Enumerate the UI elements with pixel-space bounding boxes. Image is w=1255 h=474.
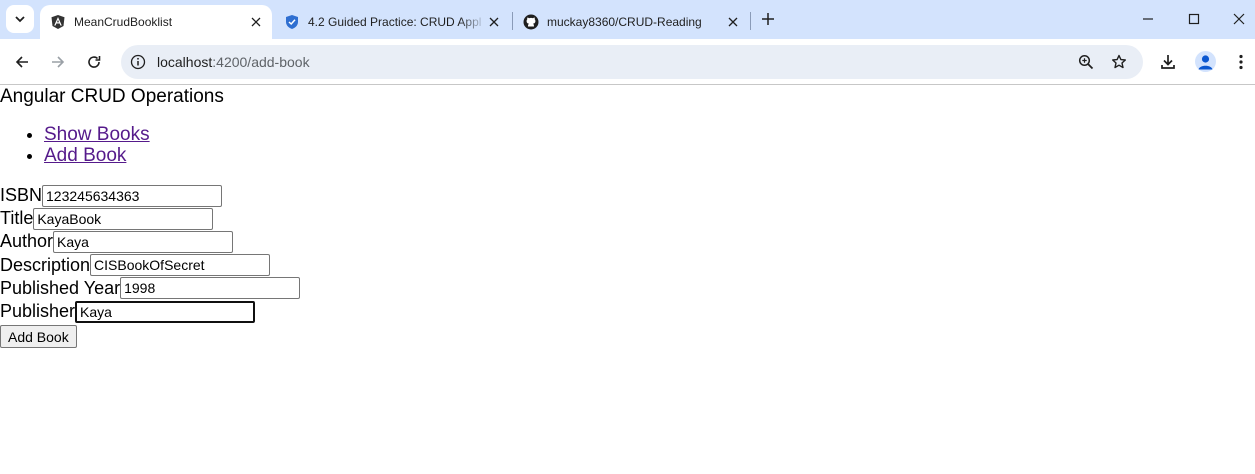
url-host: localhost — [157, 54, 213, 70]
chevron-down-icon — [15, 16, 25, 23]
star-icon — [1112, 54, 1126, 69]
isbn-field[interactable] — [42, 184, 223, 207]
published-year-field[interactable] — [120, 277, 301, 300]
tab-title: muckay8360/CRUD-Reading — [547, 15, 702, 29]
minimize-icon — [1143, 18, 1153, 20]
close-window-button[interactable] — [1230, 10, 1248, 28]
minimize-button[interactable] — [1139, 10, 1157, 28]
add-book-link[interactable]: Add Book — [44, 145, 126, 166]
publisher-field[interactable] — [75, 300, 256, 323]
maximize-button[interactable] — [1185, 10, 1203, 28]
angular-icon — [50, 14, 66, 30]
tab-github-crud-reading[interactable]: muckay8360/CRUD-Reading — [513, 5, 749, 39]
nav-list: Show Books Add Book — [0, 124, 150, 166]
nav-item-add-book: Add Book — [44, 145, 150, 166]
new-tab-button[interactable] — [758, 9, 778, 29]
page-title: Angular CRUD Operations — [0, 86, 224, 107]
downloads-button[interactable] — [1158, 52, 1178, 72]
maximize-icon — [1188, 13, 1200, 25]
title-label: Title — [0, 208, 34, 229]
isbn-row: ISBN — [0, 184, 300, 207]
tab-search-button[interactable] — [6, 5, 34, 33]
github-icon — [523, 14, 539, 30]
show-books-link[interactable]: Show Books — [44, 124, 150, 145]
tab-title: MeanCrudBooklist — [74, 15, 173, 29]
author-label: Author — [0, 231, 54, 252]
reload-button[interactable] — [84, 52, 104, 72]
reload-icon — [88, 56, 101, 68]
close-tab-icon[interactable] — [725, 14, 741, 30]
zoom-button[interactable] — [1077, 53, 1095, 71]
tab-meancrudbooklist[interactable]: MeanCrudBooklist — [40, 5, 272, 39]
close-tab-icon[interactable] — [248, 14, 264, 30]
plus-icon — [762, 13, 774, 25]
site-info-icon[interactable] — [130, 54, 146, 70]
tab-title: 4.2 Guided Practice: CRUD Appl — [308, 15, 482, 29]
description-field[interactable] — [90, 254, 271, 277]
shield-icon — [284, 14, 300, 30]
author-field[interactable] — [53, 230, 234, 253]
tab-separator — [750, 12, 751, 30]
download-icon — [1161, 55, 1175, 69]
author-row: Author — [0, 230, 300, 253]
tab-guided-practice[interactable]: 4.2 Guided Practice: CRUD Appl — [274, 5, 510, 39]
publisher-row: Publisher — [0, 300, 300, 323]
published-year-row: Published Year — [0, 277, 301, 300]
profile-avatar[interactable] — [1195, 51, 1216, 72]
bookmark-button[interactable] — [1110, 53, 1128, 71]
title-row: Title — [0, 207, 300, 230]
add-book-button[interactable]: Add Book — [0, 325, 77, 349]
browser-toolbar: localhost:4200/add-book — [0, 39, 1255, 85]
description-label: Description — [0, 254, 91, 275]
close-tab-icon[interactable] — [486, 14, 502, 30]
person-icon — [1198, 55, 1213, 70]
nav-item-show-books: Show Books — [44, 124, 150, 145]
publisher-label: Publisher — [0, 301, 76, 322]
url-path: :4200/add-book — [212, 54, 310, 70]
isbn-label: ISBN — [0, 185, 43, 206]
arrow-right-icon — [52, 56, 65, 68]
browser-tab-strip: MeanCrudBooklist 4.2 Guided Practice: CR… — [0, 0, 1255, 39]
forward-button[interactable] — [48, 52, 68, 72]
close-icon — [1233, 13, 1245, 25]
url-text: localhost:4200/add-book — [157, 54, 310, 70]
address-bar[interactable]: localhost:4200/add-book — [121, 45, 1143, 79]
arrow-left-icon — [15, 56, 28, 68]
zoom-icon — [1078, 54, 1094, 70]
add-book-form: ISBN Title Author Description Published … — [0, 184, 301, 349]
more-vert-icon — [1239, 54, 1243, 70]
menu-button[interactable] — [1231, 52, 1251, 72]
title-field[interactable] — [33, 207, 214, 230]
description-row: Description — [0, 254, 300, 277]
back-button[interactable] — [12, 52, 32, 72]
published-year-label: Published Year — [0, 277, 121, 298]
